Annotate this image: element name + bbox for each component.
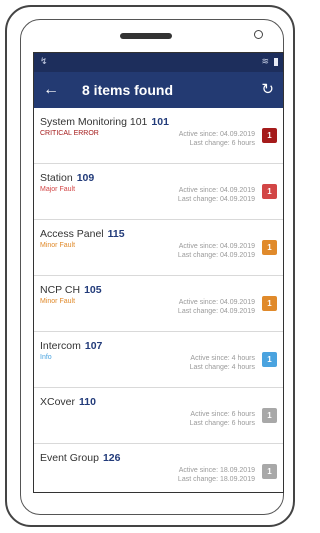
app-screen: ↯ ≋ ← 8 items found ↻ System Monitoring … — [33, 52, 284, 493]
item-name: Access Panel — [40, 228, 104, 240]
list-item[interactable]: NCP CH 105 Minor Fault Active since: 04.09.… — [34, 276, 283, 332]
last-change: Last change: 18.09.2019 — [177, 476, 255, 483]
item-number: 105 — [84, 284, 102, 296]
item-meta: Active since: 04.09.2019 Last change: 04.… — [178, 186, 255, 204]
list-item[interactable]: XCover 110 Active since: 6 hours Last chang… — [34, 388, 283, 444]
count-badge: 1 — [262, 240, 277, 255]
speaker-grille — [120, 33, 172, 39]
refresh-icon[interactable]: ↻ — [261, 80, 274, 98]
notification-icon: ↯ — [40, 56, 48, 66]
last-change: Last change: 4 hours — [189, 364, 255, 371]
severity-label: CRITICAL ERROR — [40, 130, 99, 137]
last-change: Last change: 04.09.2019 — [177, 252, 255, 259]
item-number: 107 — [84, 340, 103, 352]
item-title: Intercom 107 — [40, 340, 102, 352]
active-since: Active since: 04.09.2019 — [178, 187, 255, 194]
list-item[interactable]: Access Panel 115 Minor Fault Active since: … — [34, 220, 283, 276]
item-title: Station 109 — [40, 172, 94, 184]
status-bar: ↯ ≋ — [34, 53, 283, 72]
item-meta: Active since: 04.09.2019 Last change: 6 h… — [179, 130, 255, 148]
last-change: Last change: 04.09.2019 — [177, 196, 255, 203]
wifi-icon: ≋ — [261, 56, 269, 66]
item-meta: Active since: 04.09.2019 Last change: 04.… — [178, 242, 255, 260]
count-badge: 1 — [262, 352, 277, 367]
active-since: Active since: 4 hours — [190, 355, 255, 362]
active-since: Active since: 04.09.2019 — [178, 131, 255, 138]
item-number: 110 — [79, 396, 96, 408]
device-bottom — [0, 503, 302, 533]
item-meta: Active since: 18.09.2019 Last change: 18.… — [178, 466, 255, 484]
item-meta: Active since: 4 hours Last change: 4 hour… — [190, 354, 255, 372]
count-badge: 1 — [262, 128, 277, 143]
item-number: 101 — [151, 116, 169, 128]
last-change: Last change: 6 hours — [189, 420, 255, 427]
page-title: 8 items found — [82, 82, 174, 98]
count-badge: 1 — [262, 408, 277, 423]
severity-label: Minor Fault — [40, 242, 76, 249]
item-meta: Active since: 04.09.2019 Last change: 04.… — [178, 298, 255, 316]
list-item[interactable]: Intercom 107 Info Active since: 4 hours Last… — [34, 332, 283, 388]
list-item[interactable]: Event Group 126 Active since: 18.09.2019 La… — [34, 444, 283, 492]
item-title: System Monitoring 101 101 — [40, 116, 169, 128]
last-change: Last change: 04.09.2019 — [177, 308, 255, 315]
item-title: Access Panel 115 — [40, 228, 125, 240]
list-item[interactable]: System Monitoring 101 101 CRITICAL ERROR Ac… — [34, 108, 283, 164]
active-since: Active since: 6 hours — [190, 411, 255, 418]
app-bar: ← 8 items found ↻ — [34, 72, 283, 108]
battery-icon — [274, 58, 278, 66]
item-title: NCP CH 105 — [40, 284, 102, 296]
active-since: Active since: 04.09.2019 — [178, 243, 255, 250]
count-badge: 1 — [262, 296, 277, 311]
item-name: Station — [40, 172, 73, 184]
item-name: NCP CH — [40, 284, 81, 296]
last-change: Last change: 6 hours — [189, 140, 255, 147]
back-arrow-icon[interactable]: ← — [34, 81, 68, 99]
count-badge: 1 — [262, 184, 277, 199]
count-badge: 1 — [262, 464, 277, 479]
active-since: Active since: 04.09.2019 — [178, 299, 255, 306]
item-name: System Monitoring 101 — [40, 116, 148, 128]
item-title: Event Group 126 — [40, 452, 120, 464]
list-item[interactable]: Station 109 Major Fault Active since: 04.09… — [34, 164, 283, 220]
front-camera — [254, 30, 263, 39]
severity-label: Major Fault — [40, 186, 76, 193]
item-number: 109 — [76, 172, 95, 184]
result-list: System Monitoring 101 101 CRITICAL ERROR Ac… — [34, 108, 283, 492]
item-name: Event Group — [40, 452, 99, 464]
item-meta: Active since: 6 hours Last change: 6 hour… — [190, 410, 255, 428]
severity-label: Info — [40, 354, 52, 361]
item-title: XCover 110 — [40, 396, 96, 408]
item-number: 115 — [107, 228, 125, 240]
item-name: Intercom — [40, 340, 81, 352]
item-name: XCover — [40, 396, 76, 408]
severity-label: Minor Fault — [40, 298, 76, 305]
active-since: Active since: 18.09.2019 — [178, 467, 255, 474]
item-number: 126 — [102, 452, 121, 464]
